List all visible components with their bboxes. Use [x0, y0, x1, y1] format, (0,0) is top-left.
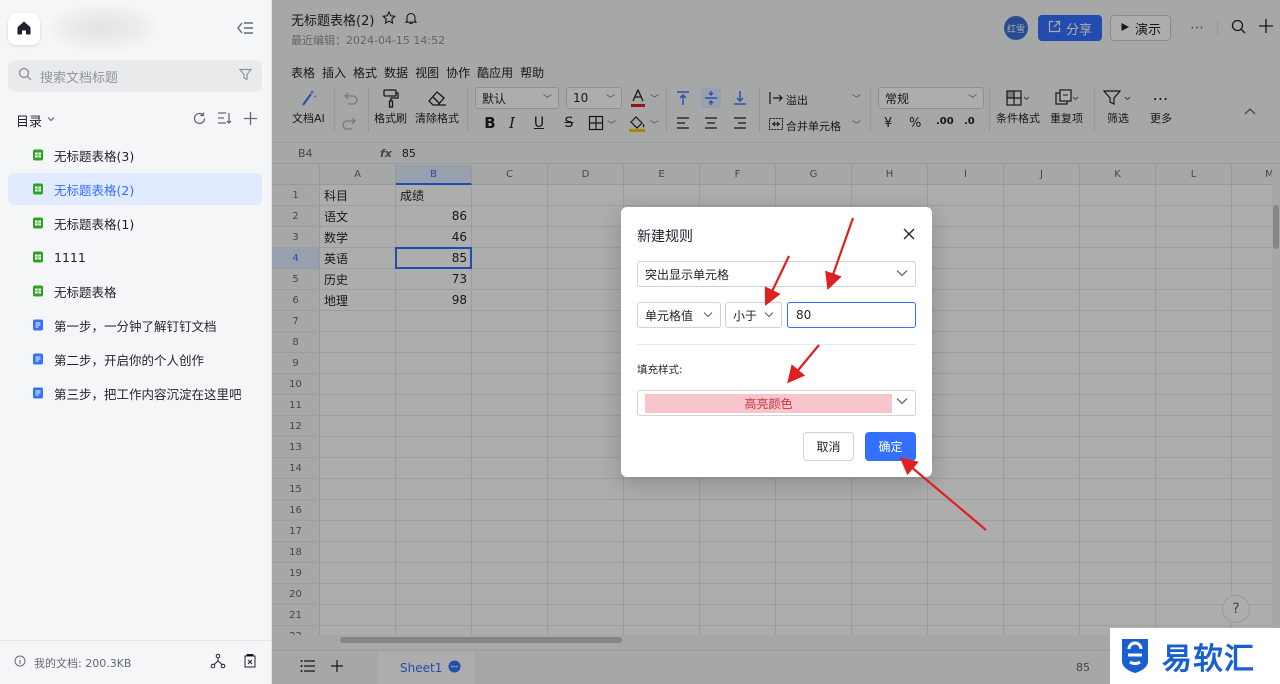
add-icon[interactable]	[243, 111, 258, 130]
operator-value: 小于	[733, 308, 758, 323]
info-icon	[14, 655, 26, 670]
doc-item-7[interactable]: 第三步，把工作内容沉淀在这里吧	[8, 377, 262, 409]
chevron-down-icon	[896, 397, 908, 408]
condition-field-select[interactable]: 单元格值	[637, 302, 721, 328]
search-placeholder: 搜索文档标题	[40, 70, 119, 86]
doc-item-6[interactable]: 第二步，开启你的个人创作	[8, 343, 262, 375]
doc-item-label: 无标题表格	[54, 284, 117, 300]
chevron-down-icon	[896, 269, 908, 280]
cancel-button[interactable]: 取消	[803, 432, 854, 461]
home-icon	[16, 20, 32, 39]
new-rule-dialog: 新建规则 突出显示单元格 单元格值 小于 80 填充样式: 高亮颜色 取消 确定	[621, 207, 932, 477]
condition-field-value: 单元格值	[645, 308, 694, 323]
sheet-icon	[33, 217, 43, 229]
close-button[interactable]	[900, 225, 918, 243]
refresh-icon[interactable]	[192, 111, 207, 130]
document-icon	[33, 387, 43, 399]
chevron-down-icon[interactable]	[46, 113, 56, 128]
sidebar: 搜索文档标题 目录 无标题表格(3) 无标题表格(2) 无标题表格(1) 111…	[0, 0, 272, 684]
chevron-down-icon	[764, 310, 774, 321]
close-icon	[903, 228, 915, 240]
watermark-text: 易软汇	[1162, 642, 1255, 677]
doc-item-label: 第三步，把工作内容沉淀在这里吧	[54, 386, 242, 402]
fill-style-value: 高亮颜色	[645, 394, 892, 413]
search-icon	[18, 67, 32, 85]
directory-label[interactable]: 目录	[16, 111, 42, 130]
sidebar-footer: 我的文档: 200.3KB	[0, 640, 272, 684]
rule-type-select[interactable]: 突出显示单元格	[637, 261, 916, 287]
rule-type-value: 突出显示单元格	[645, 267, 730, 282]
trash-icon[interactable]	[242, 653, 258, 672]
confirm-button[interactable]: 确定	[865, 432, 916, 461]
document-icon	[33, 319, 43, 331]
doc-item-0[interactable]: 无标题表格(3)	[8, 139, 262, 171]
operator-select[interactable]: 小于	[725, 302, 782, 328]
doc-item-label: 第一步，一分钟了解钉钉文档	[54, 318, 217, 334]
chevron-down-icon	[703, 310, 713, 321]
blurred-user-info	[48, 4, 158, 52]
sort-icon[interactable]	[217, 111, 233, 129]
sheet-icon	[33, 285, 43, 297]
doc-item-label: 无标题表格(3)	[54, 148, 135, 164]
fill-style-label: 填充样式:	[637, 364, 683, 376]
doc-item-label: 无标题表格(1)	[54, 216, 135, 232]
doc-item-3[interactable]: 1111	[8, 241, 262, 273]
doc-item-label: 1111	[54, 249, 86, 265]
sheet-icon	[33, 183, 43, 195]
sheet-icon	[33, 149, 43, 161]
doc-item-label: 第二步，开启你的个人创作	[54, 352, 205, 368]
collapse-sidebar-button[interactable]	[234, 18, 256, 40]
filter-icon[interactable]	[238, 68, 253, 85]
condition-value-input[interactable]: 80	[787, 302, 916, 328]
collapse-sidebar-icon	[236, 21, 254, 38]
doc-item-2[interactable]: 无标题表格(1)	[8, 207, 262, 239]
sheet-icon	[33, 251, 43, 263]
dialog-title: 新建规则	[637, 229, 693, 245]
doc-item-1[interactable]: 无标题表格(2)	[8, 173, 262, 205]
home-button[interactable]	[8, 13, 40, 45]
share-network-icon[interactable]	[210, 653, 226, 672]
doc-item-4[interactable]: 无标题表格	[8, 275, 262, 307]
document-icon	[33, 353, 43, 365]
watermark-logo-icon	[1118, 635, 1152, 678]
doc-item-5[interactable]: 第一步，一分钟了解钉钉文档	[8, 309, 262, 341]
watermark: 易软汇	[1110, 628, 1280, 684]
divider	[637, 344, 916, 345]
doc-list: 无标题表格(3) 无标题表格(2) 无标题表格(1) 1111 无标题表格 第一…	[8, 139, 262, 411]
search-input[interactable]: 搜索文档标题	[8, 60, 262, 92]
fill-style-select[interactable]: 高亮颜色	[637, 390, 916, 416]
doc-item-label: 无标题表格(2)	[54, 182, 135, 198]
storage-usage: 我的文档: 200.3KB	[34, 656, 132, 670]
directory-header: 目录	[16, 108, 258, 132]
